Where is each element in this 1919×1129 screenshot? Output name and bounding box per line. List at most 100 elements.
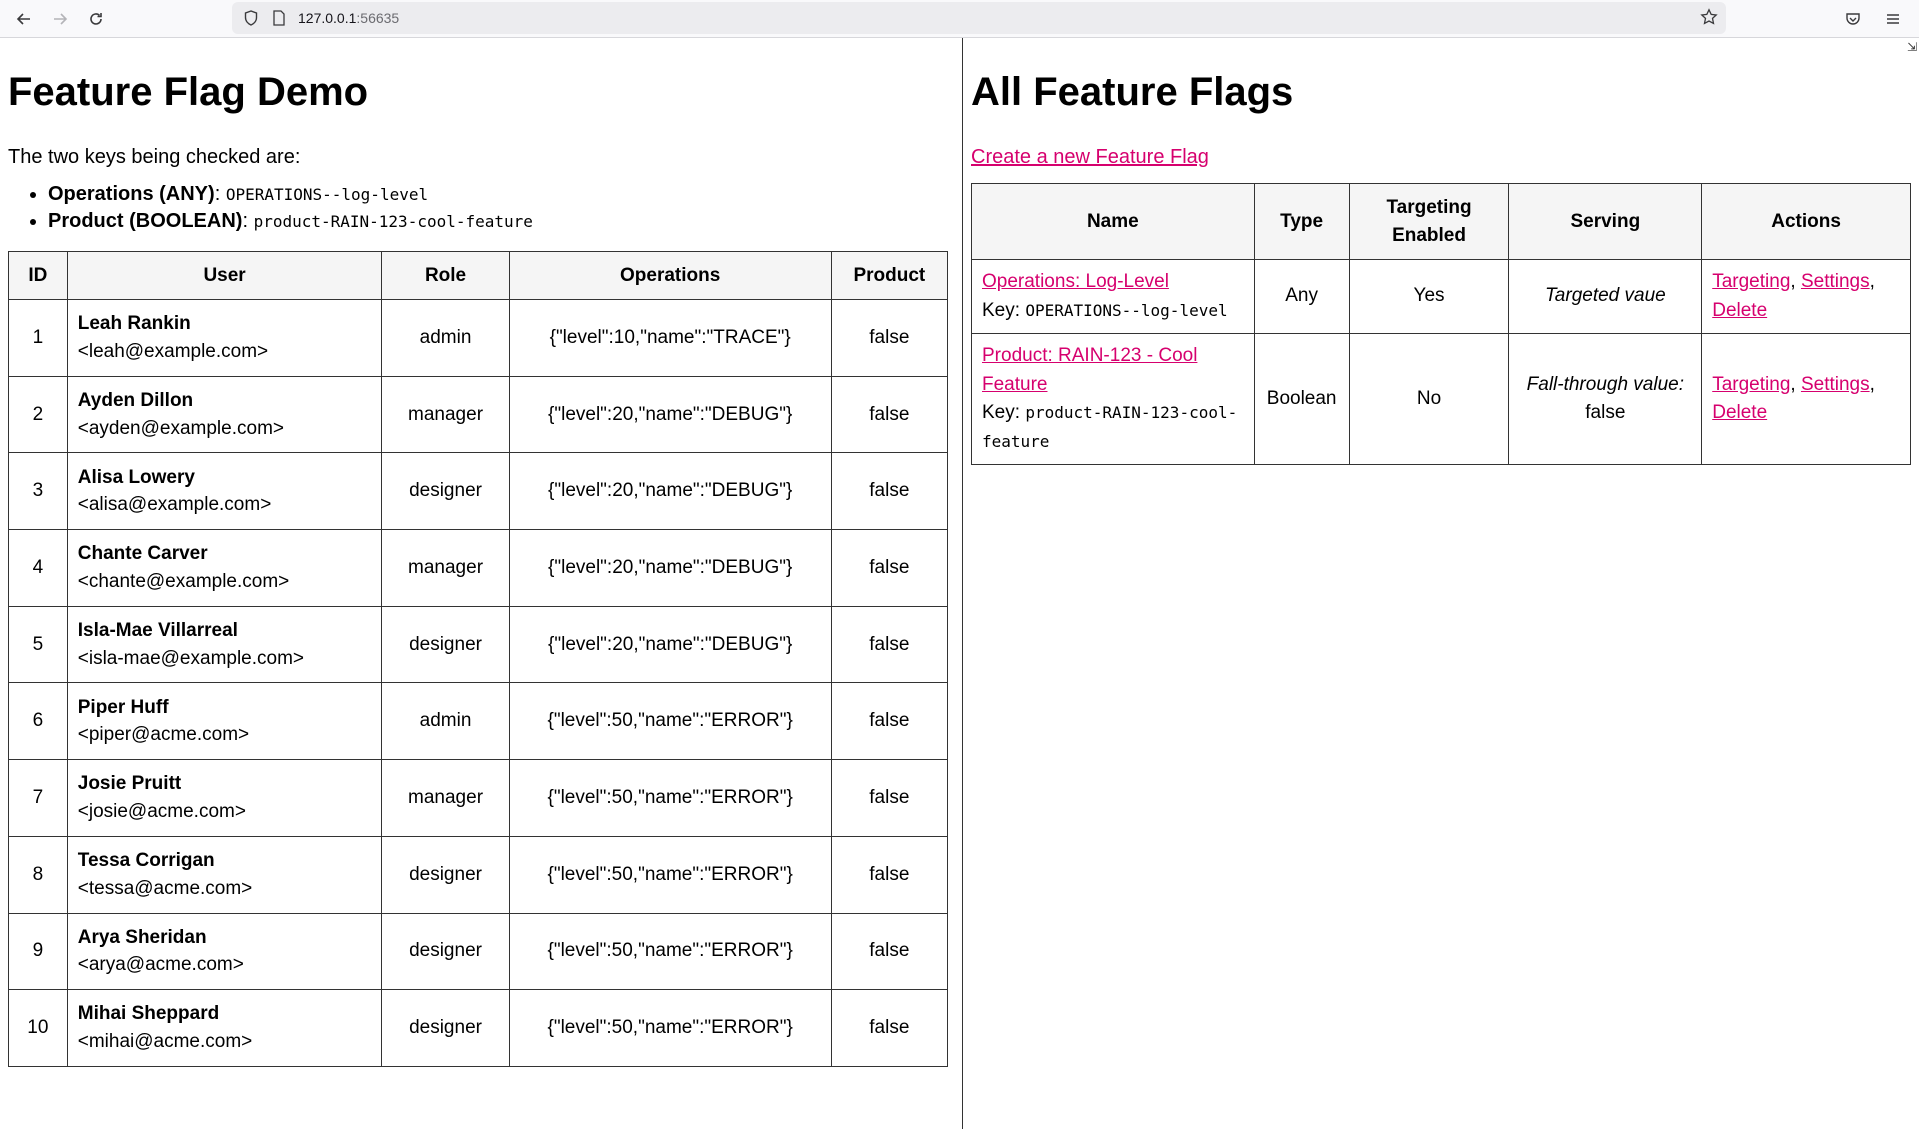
menu-icon[interactable] [1875, 1, 1911, 37]
resize-handle-icon[interactable]: ⇲ [1907, 40, 1917, 54]
user-cell: Ayden Dillon <ayden@example.com> [66, 375, 383, 454]
table-row: 2 Ayden Dillon <ayden@example.com> manager{… [8, 375, 949, 454]
create-flag-link[interactable]: Create a new Feature Flag [971, 146, 1209, 169]
user-email: <leah@example.com> [77, 340, 269, 362]
user-id: 3 [8, 452, 68, 531]
flag-actions: Targeting, Settings, Delete [1701, 333, 1911, 465]
user-role: manager [381, 529, 510, 607]
user-id: 7 [8, 759, 68, 837]
shield-icon[interactable] [242, 10, 260, 26]
flag-row: Product: RAIN-123 - Cool Feature Key: pr… [971, 333, 1911, 465]
user-operations: {"level":20,"name":"DEBUG"} [508, 375, 832, 454]
left-pane: Feature Flag Demo The two keys being che… [0, 38, 963, 1129]
user-product: false [830, 759, 949, 837]
user-email: <piper@acme.com> [77, 724, 250, 746]
flag-name-link[interactable]: Product: RAIN-123 - Cool Feature [982, 345, 1197, 395]
user-id: 4 [8, 529, 68, 607]
flag-actions: Targeting, Settings, Delete [1701, 259, 1911, 334]
col-header-id: ID [8, 251, 68, 300]
flag-type: Boolean [1253, 333, 1350, 465]
user-id: 10 [8, 989, 68, 1067]
user-operations: {"level":20,"name":"DEBUG"} [508, 452, 832, 531]
user-email: <isla-mae@example.com> [77, 647, 305, 669]
user-email: <tessa@acme.com> [77, 877, 253, 899]
reload-icon[interactable] [78, 1, 114, 37]
user-role: manager [381, 375, 510, 454]
table-row: 10 Mihai Sheppard <mihai@acme.com> designer… [8, 989, 949, 1067]
flag-key: product-RAIN-123-cool-feature [982, 403, 1238, 451]
flag-key: OPERATIONS--log-level [1025, 300, 1228, 320]
flag-serving: Fall-through value: false [1508, 333, 1703, 465]
user-role: designer [381, 989, 510, 1067]
user-cell: Josie Pruitt <josie@acme.com> [66, 759, 383, 837]
intro-text: The two keys being checked are: [8, 146, 301, 168]
table-row: 8 Tessa Corrigan <tessa@acme.com> designer{… [8, 835, 949, 914]
bookmark-star-icon[interactable] [1700, 8, 1718, 29]
user-product: false [830, 375, 949, 454]
table-row: 4 Chante Carver <chante@example.com> manage… [8, 529, 949, 607]
user-operations: {"level":50,"name":"ERROR"} [508, 912, 832, 991]
col-header-type: Type [1253, 183, 1350, 260]
key-label: Key: [982, 299, 1021, 321]
key-label: Key: [982, 402, 1021, 423]
flag-serving: Targeted vaue [1508, 259, 1703, 334]
user-cell: Chante Carver <chante@example.com> [66, 529, 383, 607]
users-table: ID User Role Operations Product 1 Leah Ra… [8, 251, 949, 1067]
user-cell: Alisa Lowery <alisa@example.com> [66, 452, 383, 531]
user-name: Leah Rankin [77, 313, 191, 335]
user-operations: {"level":10,"name":"TRACE"} [508, 299, 832, 377]
flags-title: All Feature Flags [971, 70, 1294, 114]
key-item-operations: Operations (ANY): OPERATIONS--log-level [48, 183, 962, 206]
keys-list: Operations (ANY): OPERATIONS--log-level … [8, 183, 962, 233]
flags-table: Name Type Targeting Enabled Serving Acti… [971, 183, 1911, 465]
targeting-link[interactable]: Targeting [1712, 374, 1790, 395]
pocket-icon[interactable] [1835, 1, 1871, 37]
user-cell: Mihai Sheppard <mihai@acme.com> [66, 989, 383, 1067]
user-cell: Tessa Corrigan <tessa@acme.com> [66, 835, 383, 914]
delete-link[interactable]: Delete [1712, 300, 1767, 321]
table-row: 3 Alisa Lowery <alisa@example.com> designer… [8, 452, 949, 531]
user-email: <josie@acme.com> [77, 800, 246, 822]
table-row: 6 Piper Huff <piper@acme.com> admin {"level"… [8, 682, 949, 761]
user-role: manager [381, 759, 510, 837]
user-email: <chante@example.com> [77, 570, 290, 592]
url-bar[interactable]: 127.0.0.1:56635 [232, 2, 1726, 34]
col-header-operations: Operations [508, 251, 832, 300]
user-cell: Piper Huff <piper@acme.com> [66, 682, 383, 761]
delete-link[interactable]: Delete [1712, 402, 1767, 423]
col-header-actions: Actions [1701, 183, 1911, 260]
user-id: 1 [8, 299, 68, 377]
user-product: false [830, 912, 949, 991]
user-operations: {"level":20,"name":"DEBUG"} [508, 529, 832, 607]
url-text: 127.0.0.1:56635 [298, 10, 400, 26]
user-operations: {"level":20,"name":"DEBUG"} [508, 605, 832, 684]
user-role: admin [381, 682, 510, 761]
user-cell: Arya Sheridan <arya@acme.com> [66, 912, 383, 991]
flag-name-link[interactable]: Operations: Log-Level [982, 271, 1169, 292]
targeting-link[interactable]: Targeting [1712, 271, 1790, 292]
flag-targeting: Yes [1348, 259, 1510, 334]
flag-row: Operations: Log-Level Key: OPERATIONS--l… [971, 259, 1911, 334]
col-header-name: Name [971, 183, 1255, 260]
user-cell: Leah Rankin <leah@example.com> [66, 299, 383, 377]
user-product: false [830, 835, 949, 914]
user-id: 8 [8, 835, 68, 914]
col-header-serving: Serving [1508, 183, 1703, 260]
user-role: designer [381, 835, 510, 914]
user-email: <mihai@acme.com> [77, 1031, 253, 1053]
forward-icon[interactable] [42, 1, 78, 37]
right-pane: ⇲ All Feature Flags Create a new Feature… [963, 38, 1919, 1129]
user-name: Mihai Sheppard [77, 1003, 220, 1025]
user-id: 9 [8, 912, 68, 991]
settings-link[interactable]: Settings [1801, 374, 1870, 395]
flag-name-cell: Product: RAIN-123 - Cool Feature Key: pr… [971, 333, 1255, 465]
user-email: <ayden@example.com> [77, 417, 284, 439]
user-email: <arya@acme.com> [77, 954, 244, 976]
flag-name-cell: Operations: Log-Level Key: OPERATIONS--l… [971, 259, 1255, 334]
page-title: Feature Flag Demo [8, 70, 369, 114]
user-id: 5 [8, 605, 68, 684]
back-icon[interactable] [6, 1, 42, 37]
user-role: designer [381, 452, 510, 531]
settings-link[interactable]: Settings [1801, 271, 1870, 292]
table-row: 9 Arya Sheridan <arya@acme.com> designer {"l… [8, 912, 949, 991]
